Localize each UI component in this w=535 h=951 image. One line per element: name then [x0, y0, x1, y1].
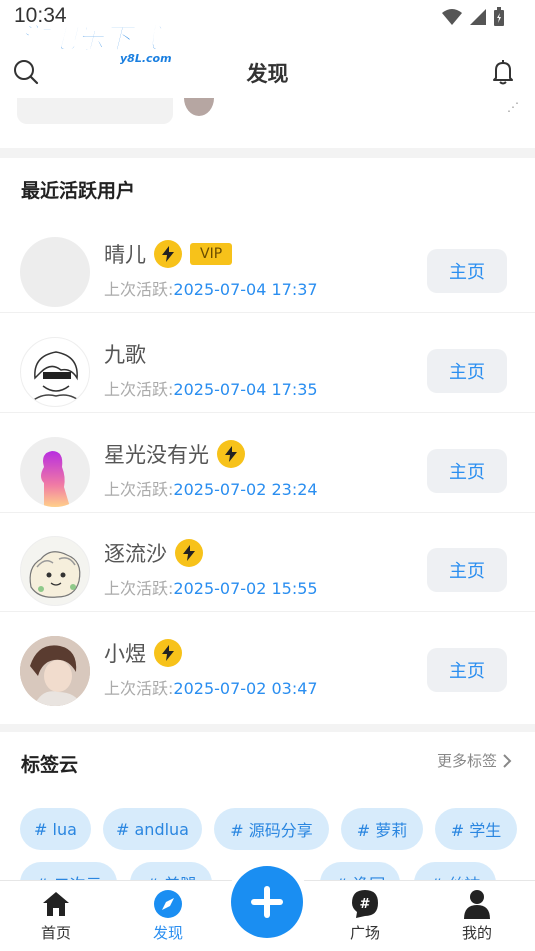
last-active-time: 2025-07-04 17:35: [173, 380, 318, 399]
user-row[interactable]: 星光没有光 上次活跃:2025-07-02 23:24 主页: [0, 413, 535, 513]
avatar[interactable]: [20, 636, 90, 706]
signal-icon: [470, 9, 486, 25]
home-button[interactable]: 主页: [427, 449, 507, 493]
vip-badge: VIP: [190, 243, 233, 265]
home-icon: [41, 889, 71, 919]
home-button[interactable]: 主页: [427, 648, 507, 692]
hashtag-icon: #: [350, 889, 380, 919]
wifi-icon: [442, 9, 462, 25]
user-name-line: 小煜: [104, 638, 182, 668]
last-active-label: 上次活跃:: [104, 280, 174, 299]
lightning-icon: [217, 440, 245, 468]
user-name-line: 九歌: [104, 339, 146, 369]
user-name: 逐流沙: [104, 542, 167, 566]
nav-discover[interactable]: 发现: [138, 889, 198, 943]
avatar[interactable]: [20, 237, 90, 307]
user-name-line: 晴儿 VIP: [104, 239, 233, 269]
lightning-icon: [154, 240, 182, 268]
nav-home[interactable]: 首页: [26, 889, 86, 943]
last-active-label: 上次活跃:: [104, 380, 174, 399]
tag-chip[interactable]: # andlua: [103, 808, 202, 850]
last-active: 上次活跃:2025-07-02 23:24: [104, 476, 318, 500]
user-name: 九歌: [104, 343, 146, 367]
user-row[interactable]: 逐流沙 上次活跃:2025-07-02 15:55 主页: [0, 512, 535, 612]
more-tags-label: 更多标签: [436, 752, 497, 770]
nav-mine[interactable]: 我的: [447, 889, 507, 943]
status-icons: [441, 7, 505, 27]
plus-icon: [251, 886, 283, 918]
last-active: 上次活跃:2025-07-02 03:47: [104, 675, 318, 699]
user-row[interactable]: 小煜 上次活跃:2025-07-02 03:47 主页: [0, 612, 535, 712]
previous-avatar: [184, 98, 214, 116]
home-button[interactable]: 主页: [427, 349, 507, 393]
chevron-right-icon: [503, 753, 512, 768]
home-button[interactable]: 主页: [427, 249, 507, 293]
last-active-time: 2025-07-02 03:47: [173, 679, 318, 698]
last-active-label: 上次活跃:: [104, 480, 174, 499]
last-active-time: 2025-07-02 15:55: [173, 579, 318, 598]
last-active-label: 上次活跃:: [104, 579, 174, 598]
user-name-line: 逐流沙: [104, 538, 203, 568]
tag-chip[interactable]: # 源码分享: [214, 808, 329, 850]
last-active-time: 2025-07-04 17:37: [173, 280, 318, 299]
nav-square[interactable]: # 广场: [335, 889, 395, 943]
last-active-label: 上次活跃:: [104, 679, 174, 698]
top-bar: 发现: [0, 48, 535, 98]
last-active: 上次活跃:2025-07-04 17:35: [104, 376, 318, 400]
lightning-icon: [154, 639, 182, 667]
user-row[interactable]: 九歌 上次活跃:2025-07-04 17:35 主页: [0, 313, 535, 413]
notifications-button[interactable]: [489, 58, 517, 86]
nav-label: 我的: [461, 924, 492, 942]
nav-label: 首页: [40, 924, 71, 942]
nav-label: 发现: [152, 924, 183, 942]
section-divider: [0, 148, 535, 158]
previous-section-strip: ⋰: [0, 98, 535, 148]
active-users-title: 最近活跃用户: [21, 180, 136, 202]
create-post-button[interactable]: [231, 866, 303, 938]
compass-icon: [153, 889, 183, 919]
svg-text:#: #: [360, 897, 371, 912]
person-icon: [462, 889, 492, 919]
avatar[interactable]: [20, 437, 90, 507]
home-button[interactable]: 主页: [427, 548, 507, 592]
avatar[interactable]: [20, 337, 90, 407]
nav-label: 广场: [349, 924, 380, 942]
tag-chip[interactable]: # 萝莉: [341, 808, 423, 850]
user-name-line: 星光没有光: [104, 439, 245, 469]
tag-chip[interactable]: # 学生: [435, 808, 517, 850]
more-icon[interactable]: ⋰: [507, 100, 519, 114]
battery-icon: [494, 7, 504, 26]
bell-icon: [493, 60, 513, 85]
last-active: 上次活跃:2025-07-04 17:37: [104, 276, 318, 300]
lightning-icon: [175, 539, 203, 567]
user-name: 星光没有光: [104, 443, 209, 467]
section-divider: [0, 724, 535, 732]
avatar[interactable]: [20, 536, 90, 606]
last-active-time: 2025-07-02 23:24: [173, 480, 318, 499]
more-tags-link[interactable]: 更多标签: [437, 750, 513, 771]
user-name: 晴儿: [104, 243, 146, 267]
page-title: 发现: [246, 62, 289, 86]
tag-chip[interactable]: # lua: [20, 808, 91, 850]
tag-cloud-title: 标签云: [21, 754, 79, 776]
user-row[interactable]: 晴儿 VIP 上次活跃:2025-07-04 17:37 主页: [0, 213, 535, 313]
user-name: 小煜: [104, 642, 146, 666]
last-active: 上次活跃:2025-07-02 15:55: [104, 575, 318, 599]
previous-card[interactable]: [17, 98, 173, 124]
